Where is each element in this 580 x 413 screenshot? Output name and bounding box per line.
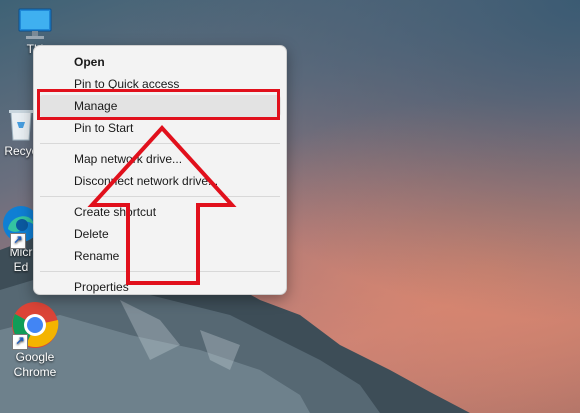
menu-item-rename[interactable]: Rename: [39, 245, 281, 267]
menu-item-open[interactable]: Open: [39, 51, 281, 73]
menu-item-map-network-drive[interactable]: Map network drive...: [39, 148, 281, 170]
menu-item-manage[interactable]: Manage: [39, 95, 281, 117]
menu-separator: [40, 271, 280, 272]
menu-separator: [40, 196, 280, 197]
shortcut-arrow-icon: ↗: [10, 233, 26, 249]
menu-item-properties[interactable]: Properties: [39, 276, 281, 298]
chrome-desktop-icon[interactable]: ↗ Google Chrome: [0, 300, 70, 380]
shortcut-arrow-icon: ↗: [12, 334, 28, 350]
menu-item-delete[interactable]: Delete: [39, 223, 281, 245]
menu-item-create-shortcut[interactable]: Create shortcut: [39, 201, 281, 223]
menu-item-pin-to-start[interactable]: Pin to Start: [39, 117, 281, 139]
desktop: Thi Recyc ↗ Micr Ed ↗ Google Chrome Op: [0, 0, 580, 413]
chrome-label: Google Chrome: [13, 350, 57, 379]
menu-separator: [40, 143, 280, 144]
monitor-icon: [18, 8, 52, 39]
menu-item-disconnect-network-drive[interactable]: Disconnect network drive...: [39, 170, 281, 192]
context-menu: Open Pin to Quick access Manage Pin to S…: [33, 45, 287, 295]
menu-item-pin-quick-access[interactable]: Pin to Quick access: [39, 73, 281, 95]
edge-label: Micr Ed: [9, 245, 33, 274]
